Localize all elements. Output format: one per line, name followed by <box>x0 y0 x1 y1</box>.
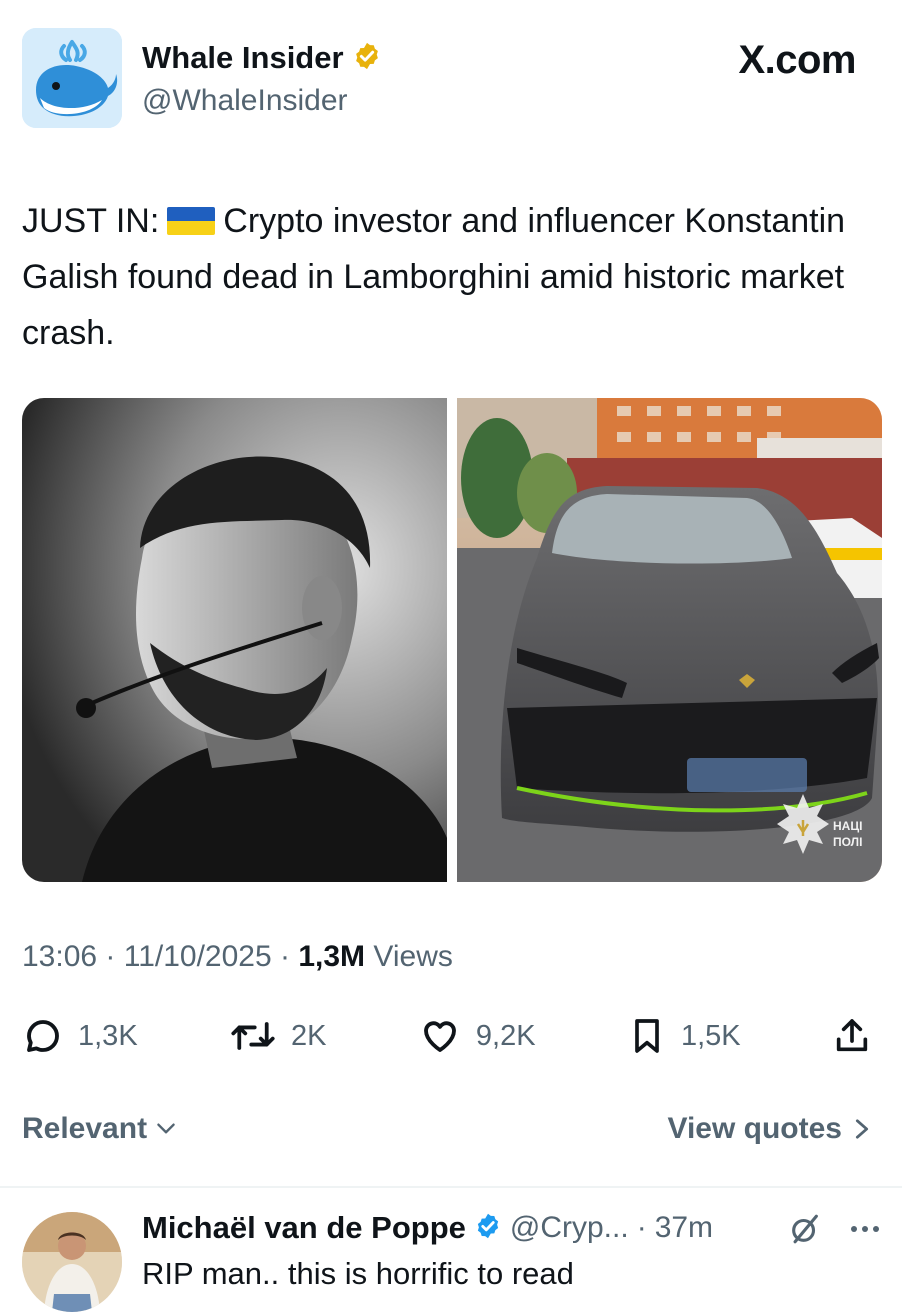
whale-insider-avatar[interactable] <box>22 28 122 128</box>
reply-verified-badge-icon <box>474 1212 502 1245</box>
repost-icon <box>231 1022 275 1050</box>
svg-text:ПОЛІ: ПОЛІ <box>833 835 862 849</box>
sort-dropdown[interactable]: Relevant <box>22 1112 179 1146</box>
police-watermark: НАЦІ <box>833 819 862 833</box>
grok-icon[interactable] <box>788 1212 822 1246</box>
author-name[interactable]: Whale Insider <box>142 40 344 76</box>
lamborghini-image[interactable]: НАЦІ ПОЛІ <box>457 398 882 882</box>
reply-time[interactable]: 37m <box>655 1211 713 1245</box>
reply-author-avatar[interactable] <box>22 1212 122 1312</box>
views-label: Views <box>373 940 453 973</box>
chevron-down-icon <box>157 1123 175 1134</box>
reply-actions <box>788 1212 880 1246</box>
tweet-text: JUST IN: Crypto investor and influencer K… <box>22 193 882 361</box>
reply-dot: · <box>636 1211 647 1244</box>
chevron-right-icon <box>855 1119 869 1139</box>
tweet-time[interactable]: 13:06 <box>22 940 97 973</box>
verified-badge-icon <box>352 41 382 76</box>
reply-count: 1,3K <box>78 1019 138 1052</box>
action-bar: 1,3K 2K 9,2K 1,5K <box>22 1010 882 1062</box>
sort-label: Relevant <box>22 1112 148 1145</box>
view-quotes-link[interactable]: View quotes <box>668 1112 873 1146</box>
author-handle[interactable]: @WhaleInsider <box>142 84 348 118</box>
author-name-row: Whale Insider <box>142 40 382 76</box>
bookmark-icon <box>635 1019 659 1053</box>
ukraine-flag-icon <box>167 207 216 235</box>
share-button[interactable] <box>832 1014 872 1058</box>
tweet-text-prefix: JUST IN: <box>22 202 160 240</box>
like-count: 9,2K <box>475 1019 536 1052</box>
repost-count: 2K <box>291 1019 327 1052</box>
heart-icon <box>423 1021 456 1052</box>
tweet-date[interactable]: 11/10/2025 <box>124 940 272 973</box>
tweet-meta: 13:06 · 11/10/2025 · 1,3M Views <box>22 940 453 973</box>
like-button[interactable]: 9,2K <box>418 1015 536 1057</box>
reply-header: Michaël van de Poppe @Cryp... · 37m <box>142 1210 713 1246</box>
reply-author-name[interactable]: Michaël van de Poppe <box>142 1210 466 1246</box>
reply-handle[interactable]: @Cryp... <box>510 1211 629 1245</box>
bookmark-button[interactable]: 1,5K <box>627 1014 741 1058</box>
brand-label: X.com <box>738 38 856 82</box>
bookmark-count: 1,5K <box>680 1019 741 1052</box>
reply-button[interactable]: 1,3K <box>22 1015 138 1057</box>
reply-icon <box>27 1020 59 1052</box>
share-icon <box>836 1019 868 1052</box>
view-quotes-label: View quotes <box>667 1112 843 1145</box>
more-options-icon[interactable] <box>850 1224 880 1234</box>
tweet-media: НАЦІ ПОЛІ <box>22 398 882 882</box>
section-divider <box>0 1186 902 1188</box>
repost-button[interactable]: 2K <box>229 1015 327 1057</box>
portrait-image[interactable] <box>22 398 447 882</box>
reply-text: RIP man.. this is horrific to read <box>142 1256 574 1291</box>
views-count: 1,3M <box>298 940 366 973</box>
